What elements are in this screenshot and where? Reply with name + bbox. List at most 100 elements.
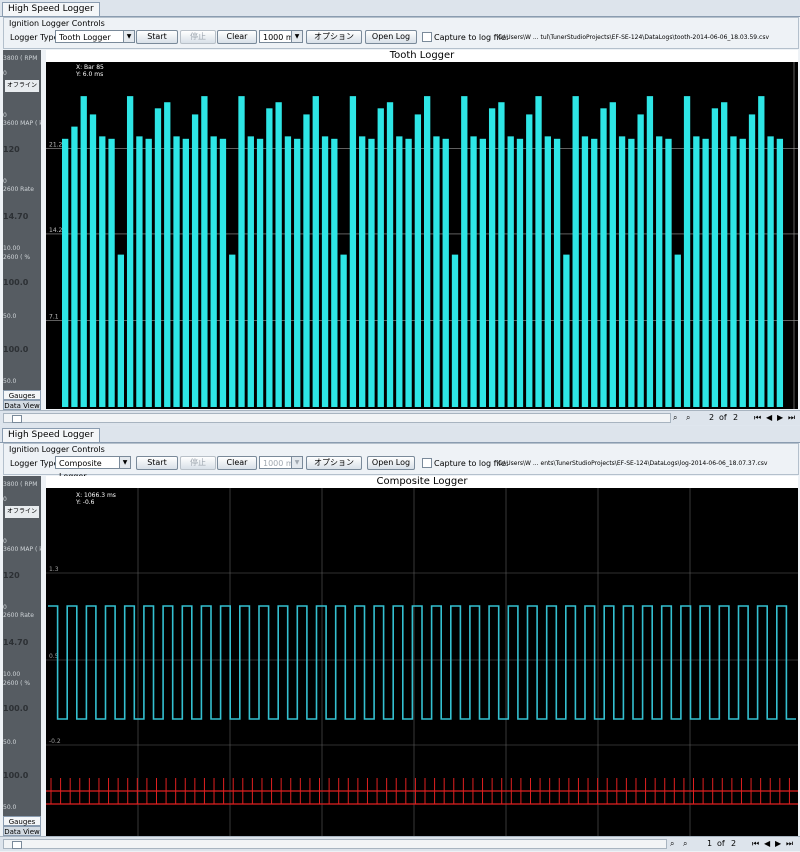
- previous-page-icon[interactable]: ◀: [764, 839, 770, 848]
- tooth-bar: [424, 96, 431, 407]
- controls-title: Ignition Logger Controls: [9, 445, 105, 454]
- zoom-in-icon[interactable]: ⌕: [670, 839, 674, 849]
- tooth-bar: [359, 136, 366, 407]
- tooth-bar: [702, 138, 709, 407]
- tooth-bar: [275, 102, 282, 408]
- tooth-bar: [294, 138, 301, 407]
- tab-data-view[interactable]: Data View: [3, 400, 41, 410]
- tooth-bar: [656, 136, 663, 407]
- log-file-path: C:\Users\W ... ents\TunerStudioProjects\…: [498, 460, 768, 467]
- tab-gauges[interactable]: Gauges: [3, 816, 41, 826]
- open-log-button[interactable]: Open Log: [367, 456, 415, 470]
- capture-checkbox[interactable]: [422, 458, 432, 468]
- gauge-value: 50.0: [3, 378, 17, 385]
- options-button[interactable]: オプション: [306, 456, 362, 470]
- chevron-down-icon[interactable]: ▼: [119, 457, 130, 468]
- zoom-out-icon[interactable]: ⌕: [686, 413, 690, 423]
- tab-high-speed-logger[interactable]: High Speed Logger: [2, 2, 100, 16]
- zoom-out-icon[interactable]: ⌕: [683, 839, 687, 849]
- tooth-logger-window: High Speed Logger Ignition Logger Contro…: [0, 0, 800, 425]
- tooth-bar: [340, 254, 347, 407]
- last-page-icon[interactable]: ⏭: [786, 839, 793, 849]
- gauge-value: 50.0: [3, 804, 17, 811]
- tab-data-view[interactable]: Data View: [3, 826, 41, 836]
- gauge-value: 120: [3, 145, 20, 154]
- chevron-down-icon[interactable]: ▼: [123, 31, 134, 42]
- tooth-bar: [646, 96, 654, 407]
- tooth-bar: [572, 96, 579, 407]
- next-page-icon[interactable]: ▶: [775, 839, 781, 848]
- y-tick-label: 7.1: [49, 313, 59, 320]
- gauge-value: 50.0: [3, 313, 17, 320]
- duration-select[interactable]: 1000 ms ▼: [259, 456, 303, 469]
- logger-type-select[interactable]: Composite Logger ▼: [55, 456, 131, 481]
- gauge-rpm-value: 0: [3, 496, 7, 503]
- page-of: of: [717, 839, 725, 848]
- gauge-rpm-value: 0: [3, 70, 7, 77]
- stop-button[interactable]: 停止: [180, 456, 216, 470]
- tab-gauges[interactable]: Gauges: [3, 390, 41, 400]
- chart-title: Tooth Logger: [46, 50, 798, 62]
- tooth-bar: [229, 254, 236, 407]
- tooth-bar: [498, 102, 505, 408]
- tooth-bar: [544, 136, 551, 407]
- tooth-logger-chart[interactable]: Tooth Logger 21.2 14.2 7.1 X: Bar 85 Y: 6.…: [46, 50, 798, 409]
- options-button[interactable]: オプション: [306, 30, 362, 44]
- last-page-icon[interactable]: ⏭: [788, 413, 795, 423]
- tooth-bar: [600, 108, 607, 408]
- gauge-rpm-label: 3800 ( RPM: [3, 55, 38, 62]
- chevron-down-icon[interactable]: ▼: [291, 31, 302, 42]
- scroll-thumb[interactable]: [12, 841, 22, 849]
- tab-high-speed-logger[interactable]: High Speed Logger: [2, 428, 100, 442]
- gauge-map-label: 3600 MAP ( k: [3, 546, 41, 553]
- chart-title: Composite Logger: [46, 476, 798, 488]
- tooth-bar: [553, 138, 561, 407]
- page-total: 2: [733, 413, 739, 422]
- page-total: 2: [731, 839, 737, 848]
- start-button[interactable]: Start: [136, 456, 178, 470]
- open-log-button[interactable]: Open Log: [365, 30, 417, 44]
- chevron-down-icon[interactable]: ▼: [291, 457, 302, 468]
- horizontal-scrollbar[interactable]: [3, 413, 671, 423]
- tooth-bar: [164, 102, 171, 408]
- tooth-bar: [470, 136, 477, 407]
- composite-logger-chart[interactable]: Composite Logger 1.3 0.5 -0.2 X: 1066.3 ms…: [46, 476, 798, 836]
- logger-type-value: Tooth Logger: [59, 33, 111, 42]
- tooth-bar: [618, 136, 626, 407]
- primary-trigger-trace: [48, 605, 796, 720]
- offline-indicator: オフライン: [5, 80, 39, 92]
- gauge-sidebar: 3800 ( RPM 0 オフライン 0 3600 MAP ( k 120 0 …: [3, 476, 41, 816]
- y-tick-label: 21.2: [49, 142, 63, 149]
- tooth-bar: [256, 138, 264, 407]
- previous-page-icon[interactable]: ◀: [766, 413, 772, 422]
- horizontal-scrollbar[interactable]: [3, 839, 667, 849]
- first-page-icon[interactable]: ⏮: [752, 839, 759, 849]
- stop-button[interactable]: 停止: [180, 30, 216, 44]
- first-page-icon[interactable]: ⏮: [754, 413, 761, 423]
- tooth-bar: [331, 138, 338, 407]
- duration-select[interactable]: 1000 ms ▼: [259, 30, 303, 43]
- tooth-bar: [674, 254, 681, 407]
- tooth-bar: [767, 136, 774, 407]
- log-file-path: C:\Users\W ... tul\TunerStudioProjects\E…: [498, 34, 769, 41]
- tooth-bar: [507, 136, 514, 407]
- next-page-icon[interactable]: ▶: [777, 413, 783, 422]
- chart-nav-bar: ⌕ ⌕ 2 of 2 ⏮ ◀ ▶ ⏭: [0, 410, 800, 425]
- tooth-bar: [591, 138, 598, 407]
- clear-button[interactable]: Clear: [217, 456, 257, 470]
- scroll-thumb[interactable]: [12, 415, 22, 423]
- clear-button[interactable]: Clear: [217, 30, 257, 44]
- zoom-in-icon[interactable]: ⌕: [673, 413, 677, 423]
- tooth-bar: [488, 108, 496, 408]
- tooth-bar: [266, 108, 273, 408]
- tooth-bar: [683, 96, 691, 407]
- tooth-bar: [433, 136, 440, 407]
- tooth-bar: [349, 96, 357, 407]
- capture-checkbox[interactable]: [422, 32, 432, 42]
- offline-indicator: オフライン: [5, 506, 39, 518]
- logger-type-select[interactable]: Tooth Logger ▼: [55, 30, 135, 43]
- tooth-bar: [776, 138, 784, 407]
- start-button[interactable]: Start: [136, 30, 178, 44]
- tooth-bar: [730, 136, 737, 407]
- cursor-readout-y: Y: 6.0 ms: [76, 71, 104, 78]
